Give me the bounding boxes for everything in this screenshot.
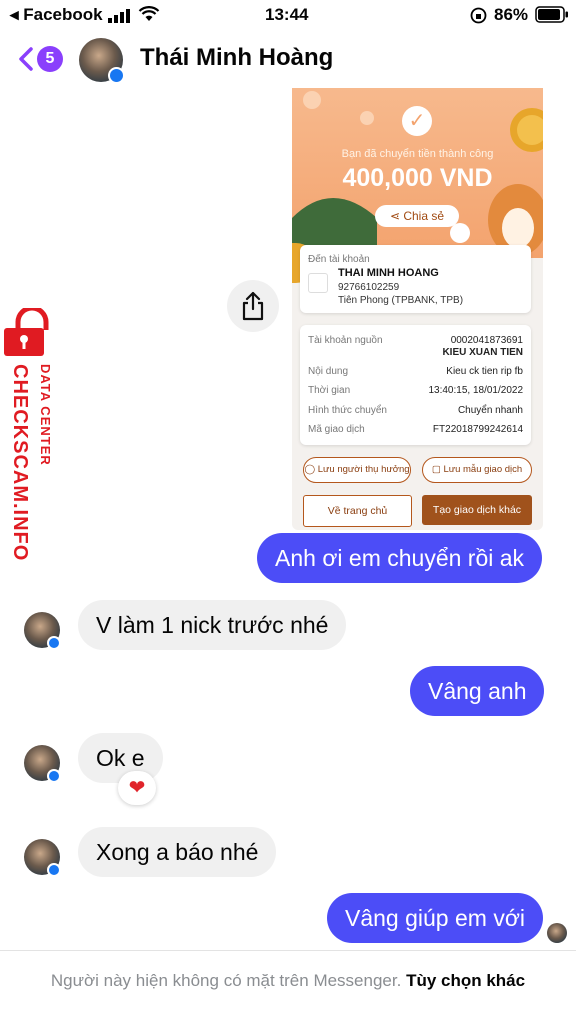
back-chevron-icon[interactable] — [16, 46, 36, 77]
receipt-banner: ✓ Bạn đã chuyển tiền thành công 400,000 … — [292, 88, 543, 258]
verified-icon — [47, 863, 61, 877]
detail-value: Kieu ck tien rip fb — [446, 366, 523, 377]
bank-receipt-image[interactable]: ✓ Bạn đã chuyển tiền thành công 400,000 … — [292, 88, 543, 530]
watermark-line-2: CHECKSCAM.INFO — [8, 364, 31, 586]
detail-row: Mã giao dịch FT22018799242614 — [308, 424, 523, 438]
new-transaction-button[interactable]: Tạo giao dịch khác — [422, 495, 532, 525]
message-bubble-outgoing[interactable]: Anh ơi em chuyển rồi ak — [257, 533, 543, 583]
detail-row: Nội dung Kieu ck tien rip fb — [308, 366, 523, 380]
home-button[interactable]: Về trang chủ — [303, 495, 412, 527]
share-nodes-icon: ⋖ — [389, 209, 404, 223]
recipient-bank: Tiên Phong (TPBANK, TPB) — [338, 295, 464, 306]
orientation-lock-icon — [470, 7, 487, 29]
verified-icon — [47, 769, 61, 783]
verified-icon — [47, 636, 61, 650]
battery-icon — [535, 6, 569, 28]
message-bubble-incoming[interactable]: Xong a báo nhé — [78, 827, 277, 877]
detail-value: KIEU XUAN TIEN — [442, 347, 523, 358]
detail-key: Mã giao dịch — [308, 424, 365, 435]
detail-value: 0002041873691 — [450, 335, 523, 346]
receipt-share-label: Chia sẻ — [403, 209, 445, 223]
message-bubble-outgoing[interactable]: Vâng anh — [410, 666, 545, 716]
watermark-text-sub: DATA CENTER — [38, 364, 53, 466]
user-icon: ◯ — [304, 464, 318, 475]
unavailable-notice: Người này hiện không có mặt trên Messeng… — [0, 950, 576, 1025]
recipient-card: Đến tài khoản THAI MINH HOANG 9276610225… — [300, 245, 531, 313]
save-recipient-label: Lưu người thụ hưởng — [317, 464, 410, 475]
share-icon — [242, 291, 264, 321]
receipt-share-button[interactable]: ⋖ Chia sẻ — [375, 205, 459, 227]
recipient-account: 92766102259 — [338, 282, 400, 293]
tpbank-logo-icon — [308, 273, 328, 293]
watermark-line-1: DATA CENTER — [38, 364, 53, 524]
detail-row: Hình thức chuyển Chuyển nhanh — [308, 405, 523, 419]
success-check-icon: ✓ — [402, 106, 432, 136]
save-template-label: Lưu mẫu giao dịch — [443, 464, 523, 475]
unread-count-badge[interactable]: 5 — [37, 46, 63, 72]
watermark-text-main: CHECKSCAM.INFO — [9, 364, 31, 562]
more-options-link[interactable]: Tùy chọn khác — [406, 971, 525, 990]
save-template-button[interactable]: ▢ Lưu mẫu giao dịch — [422, 457, 532, 483]
battery-percent: 86% — [494, 5, 529, 24]
unavailable-text: Người này hiện không có mặt trên Messeng… — [50, 971, 402, 990]
message-bubble-outgoing[interactable]: Vâng giúp em với — [327, 893, 544, 943]
detail-key: Hình thức chuyển — [308, 405, 387, 416]
detail-key: Tài khoản nguồn — [308, 335, 383, 346]
contact-name[interactable]: Thái Minh Hoàng — [140, 44, 333, 72]
transfer-success-text: Bạn đã chuyển tiền thành công — [341, 148, 494, 160]
verified-icon — [108, 67, 125, 84]
padlock-icon — [4, 308, 49, 356]
recipient-name: THAI MINH HOANG — [338, 267, 439, 279]
transaction-details-card: Tài khoản nguồn 0002041873691 KIEU XUAN T… — [300, 325, 531, 445]
transfer-amount: 400,000 VND — [342, 164, 493, 192]
signal-icon — [108, 8, 132, 28]
wifi-icon — [138, 6, 160, 27]
seen-receipt-avatar — [547, 923, 567, 943]
template-icon: ▢ — [431, 464, 444, 475]
message-bubble-incoming[interactable]: V làm 1 nick trước nhé — [78, 600, 347, 650]
checkscam-watermark: CHECKSCAM.INFO DATA CENTER — [2, 308, 66, 588]
back-to-app-link[interactable]: ◂ Facebook — [10, 5, 103, 25]
chat-header: 5 Thái Minh Hoàng — [0, 30, 576, 88]
detail-value: FT22018799242614 — [432, 424, 523, 435]
detail-row: Thời gian 13:40:15, 18/01/2022 — [308, 385, 523, 399]
detail-key: Thời gian — [308, 385, 351, 396]
clock-time: 13:44 — [265, 5, 309, 24]
detail-value: Chuyển nhanh — [457, 405, 523, 416]
save-recipient-button[interactable]: ◯ Lưu người thụ hưởng — [303, 457, 411, 483]
detail-row: KIEU XUAN TIEN — [308, 347, 523, 361]
share-image-button[interactable] — [227, 280, 279, 332]
detail-value: 13:40:15, 18/01/2022 — [428, 385, 523, 396]
heart-reaction-icon[interactable]: ❤ — [118, 771, 156, 805]
to-account-label: Đến tài khoản — [308, 254, 370, 265]
detail-key: Nội dung — [308, 366, 349, 377]
status-bar: ◂ Facebook 13:44 86% — [0, 0, 576, 30]
